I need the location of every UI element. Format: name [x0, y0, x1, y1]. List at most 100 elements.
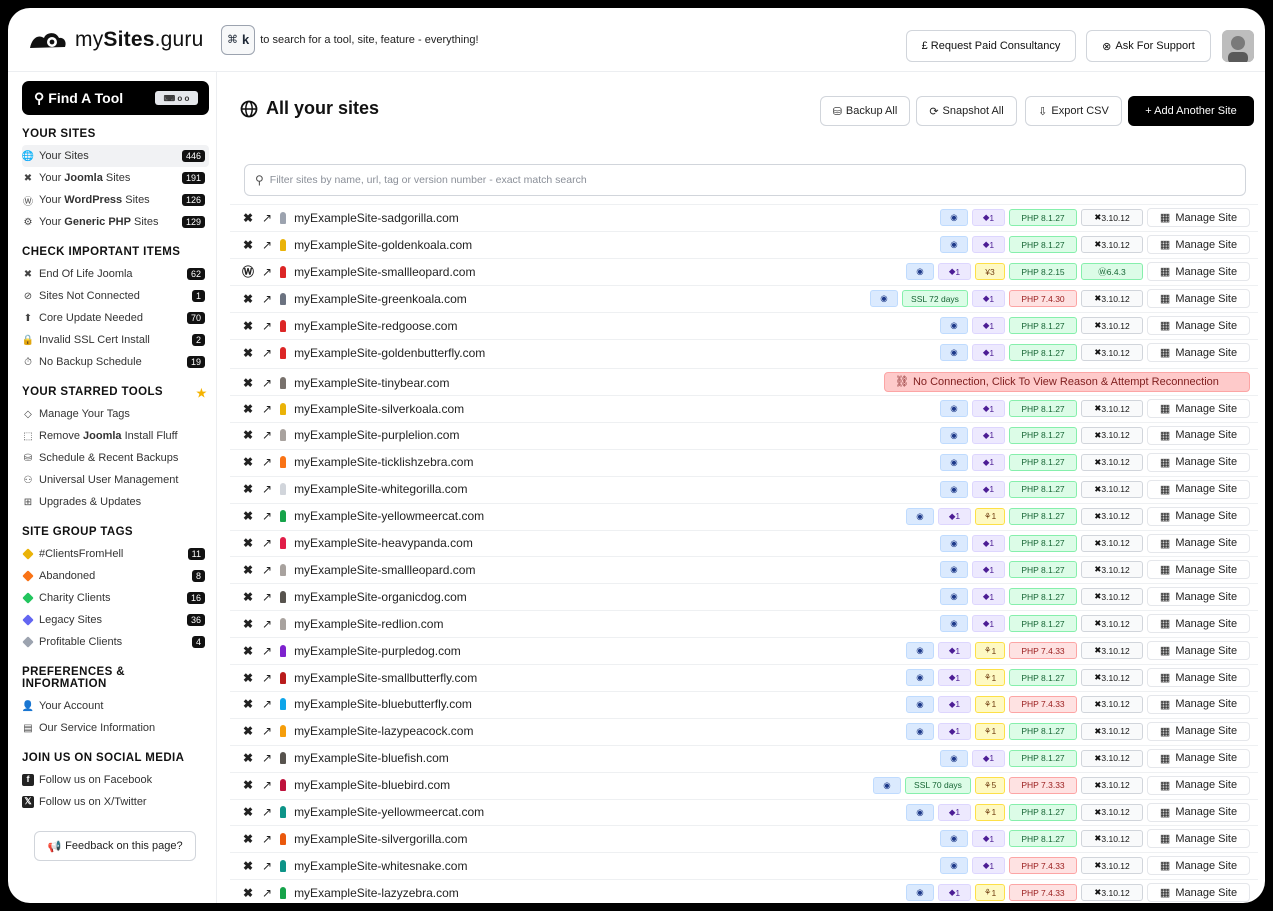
- updates-badge[interactable]: ⚘ 1: [975, 507, 1005, 525]
- updates-badge[interactable]: ⚘ 5: [975, 776, 1005, 794]
- visibility-badge[interactable]: ◉: [940, 209, 968, 226]
- tag-badge[interactable]: ◆ 1: [972, 209, 1005, 226]
- site-name-link[interactable]: myExampleSite-lazyzebra.com: [294, 886, 459, 900]
- php-version-badge[interactable]: PHP 7.4.33: [1009, 695, 1077, 713]
- site-name-link[interactable]: myExampleSite-goldenkoala.com: [294, 238, 472, 252]
- site-name-link[interactable]: myExampleSite-smallleopard.com: [294, 563, 475, 577]
- site-name-link[interactable]: myExampleSite-bluefish.com: [294, 751, 449, 765]
- external-link-icon[interactable]: ↗: [262, 832, 272, 846]
- export-csv-button[interactable]: ⇩ Export CSV: [1025, 96, 1122, 126]
- sidebar-item-check-2[interactable]: ⬆ Core Update Needed 70: [22, 307, 209, 329]
- site-name-link[interactable]: myExampleSite-purpledog.com: [294, 644, 461, 658]
- site-name-link[interactable]: myExampleSite-sadgorilla.com: [294, 211, 459, 225]
- php-version-badge[interactable]: PHP 8.1.27: [1009, 209, 1077, 226]
- cms-version-badge[interactable]: ✖ 3.10.12: [1081, 534, 1143, 552]
- php-version-badge[interactable]: PHP 8.1.27: [1009, 669, 1077, 686]
- php-version-badge[interactable]: PHP 8.1.27: [1009, 236, 1077, 253]
- sidebar-item-tag-1[interactable]: Abandoned 8: [22, 565, 209, 587]
- cms-version-badge[interactable]: ✖ 3.10.12: [1081, 830, 1143, 848]
- manage-site-button[interactable]: ▦ Manage Site: [1147, 694, 1250, 714]
- visibility-badge[interactable]: ◉: [940, 453, 968, 471]
- updates-badge[interactable]: ⚘ 1: [975, 695, 1005, 713]
- ask-support-button[interactable]: ⊗ Ask For Support: [1086, 30, 1211, 62]
- find-tool-button[interactable]: ⚲ Find A Tool ⌨ o o: [22, 81, 209, 115]
- tag-badge[interactable]: ◆ 1: [972, 615, 1005, 633]
- external-link-icon[interactable]: ↗: [262, 455, 272, 469]
- cms-version-badge[interactable]: ✖ 3.10.12: [1081, 776, 1143, 794]
- php-version-badge[interactable]: PHP 8.2.15: [1009, 263, 1077, 280]
- site-name-link[interactable]: myExampleSite-lazypeacock.com: [294, 724, 473, 738]
- manage-site-button[interactable]: ▦ Manage Site: [1147, 343, 1250, 362]
- sidebar-item-starred-1[interactable]: ⬚ Remove Joomla Install Fluff: [22, 425, 209, 447]
- tag-badge[interactable]: ◆ 1: [972, 453, 1005, 471]
- tag-badge[interactable]: ◆ 1: [938, 669, 971, 686]
- visibility-badge[interactable]: ◉: [906, 803, 934, 821]
- star-icon[interactable]: ★: [196, 386, 207, 400]
- cms-version-badge[interactable]: ✖ 3.10.12: [1081, 561, 1143, 579]
- sidebar-item-check-3[interactable]: 🔒 Invalid SSL Cert Install 2: [22, 329, 209, 351]
- site-name-link[interactable]: myExampleSite-smallleopard.com: [294, 265, 475, 279]
- add-site-button[interactable]: + Add Another Site: [1128, 96, 1254, 126]
- backup-all-button[interactable]: ⛁ Backup All: [820, 96, 910, 126]
- site-name-link[interactable]: myExampleSite-silvergorilla.com: [294, 832, 467, 846]
- cms-version-badge[interactable]: ✖ 3.10.12: [1081, 722, 1143, 740]
- site-name-link[interactable]: myExampleSite-redlion.com: [294, 617, 443, 631]
- search-hint[interactable]: to search for a tool, site, feature - ev…: [260, 34, 478, 46]
- manage-site-button[interactable]: ▦ Manage Site: [1147, 587, 1250, 607]
- visibility-badge[interactable]: ◉: [870, 290, 898, 307]
- sidebar-item-starred-3[interactable]: ⚇ Universal User Management: [22, 469, 209, 491]
- cms-version-badge[interactable]: ✖ 3.10.12: [1081, 884, 1143, 902]
- no-connection-banner[interactable]: ⛓ No Connection, Click To View Reason & A…: [884, 371, 1250, 392]
- sidebar-item-pref-1[interactable]: ▤ Our Service Information: [22, 717, 209, 739]
- external-link-icon[interactable]: ↗: [262, 805, 272, 819]
- external-link-icon[interactable]: ↗: [262, 509, 272, 523]
- tag-badge[interactable]: ◆ 1: [938, 722, 971, 740]
- filter-input[interactable]: ⚲ Filter sites by name, url, tag or vers…: [244, 164, 1246, 196]
- sidebar-item-social-0[interactable]: f Follow us on Facebook: [22, 769, 209, 791]
- site-name-link[interactable]: myExampleSite-smallbutterfly.com: [294, 671, 477, 685]
- sidebar-item-tag-4[interactable]: Profitable Clients 4: [22, 631, 209, 653]
- keyboard-shortcut[interactable]: ⌘ k: [221, 24, 256, 55]
- cms-version-badge[interactable]: Ⓦ 6.4.3: [1081, 263, 1143, 280]
- cms-version-badge[interactable]: ✖ 3.10.12: [1081, 236, 1143, 253]
- manage-site-button[interactable]: ▦ Manage Site: [1147, 289, 1250, 308]
- sidebar-item-tag-3[interactable]: Legacy Sites 36: [22, 609, 209, 631]
- external-link-icon[interactable]: ↗: [262, 697, 272, 711]
- visibility-badge[interactable]: ◉: [906, 695, 934, 713]
- updates-badge[interactable]: ¥3: [975, 263, 1005, 280]
- site-name-link[interactable]: myExampleSite-organicdog.com: [294, 590, 467, 604]
- manage-site-button[interactable]: ▦ Manage Site: [1147, 316, 1250, 335]
- manage-site-button[interactable]: ▦ Manage Site: [1147, 533, 1250, 553]
- site-name-link[interactable]: myExampleSite-heavypanda.com: [294, 536, 473, 550]
- sidebar-item-check-1[interactable]: ⊘ Sites Not Connected 1: [22, 285, 209, 307]
- sidebar-item-tag-0[interactable]: #ClientsFromHell 11: [22, 543, 209, 565]
- tag-badge[interactable]: ◆ 1: [972, 749, 1005, 767]
- manage-site-button[interactable]: ▦ Manage Site: [1147, 775, 1250, 795]
- tag-badge[interactable]: ◆ 1: [938, 803, 971, 821]
- sidebar-item-starred-2[interactable]: ⛁ Schedule & Recent Backups: [22, 447, 209, 469]
- external-link-icon[interactable]: ↗: [262, 590, 272, 604]
- manage-site-button[interactable]: ▦ Manage Site: [1147, 262, 1250, 281]
- external-link-icon[interactable]: ↗: [262, 724, 272, 738]
- visibility-badge[interactable]: ◉: [906, 722, 934, 740]
- site-name-link[interactable]: myExampleSite-bluebird.com: [294, 778, 450, 792]
- sidebar-item-your-sites-3[interactable]: ⚙ Your Generic PHP Sites 129: [22, 211, 209, 233]
- cms-version-badge[interactable]: ✖ 3.10.12: [1081, 209, 1143, 226]
- updates-badge[interactable]: ⚘ 1: [975, 884, 1005, 902]
- cms-version-badge[interactable]: ✖ 3.10.12: [1081, 642, 1143, 660]
- updates-badge[interactable]: ⚘ 1: [975, 722, 1005, 740]
- cms-version-badge[interactable]: ✖ 3.10.12: [1081, 669, 1143, 686]
- manage-site-button[interactable]: ▦ Manage Site: [1147, 425, 1250, 445]
- tag-badge[interactable]: ◆ 1: [972, 588, 1005, 606]
- php-version-badge[interactable]: PHP 8.1.27: [1009, 534, 1077, 552]
- visibility-badge[interactable]: ◉: [940, 344, 968, 361]
- visibility-badge[interactable]: ◉: [940, 426, 968, 444]
- sidebar-item-your-sites-0[interactable]: 🌐 Your Sites 446: [22, 145, 209, 167]
- external-link-icon[interactable]: ↗: [262, 265, 272, 279]
- manage-site-button[interactable]: ▦ Manage Site: [1147, 641, 1250, 661]
- ssl-badge[interactable]: SSL 70 days: [905, 776, 971, 794]
- sidebar-item-tag-2[interactable]: Charity Clients 16: [22, 587, 209, 609]
- visibility-badge[interactable]: ◉: [940, 400, 968, 417]
- external-link-icon[interactable]: ↗: [262, 536, 272, 550]
- cms-version-badge[interactable]: ✖ 3.10.12: [1081, 507, 1143, 525]
